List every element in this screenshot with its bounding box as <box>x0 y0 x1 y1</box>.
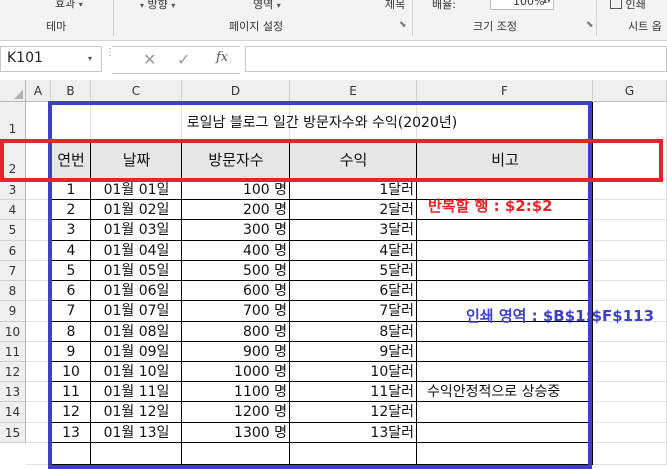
row-header-11[interactable]: 11 <box>0 342 26 362</box>
scale-label: 배율: <box>432 0 456 11</box>
scale-group-label: 크기 조정 <box>473 20 517 33</box>
scale-spinner[interactable]: 100% ▴▾ <box>490 0 554 10</box>
worksheet-grid[interactable]: ABCDEFG 1 2 3 4 5 6 7 8 9 10 11 12 13 14 15 로일남 블로그 일간… <box>0 80 667 469</box>
row-header-15[interactable]: 15 <box>0 423 26 443</box>
repeat-rows-annotation: 반복할 행 : $2:$2 <box>428 197 553 215</box>
formula-bar: K101 ▾ ⋮ ✕ ✓ fx <box>0 43 667 76</box>
spinner-icon[interactable]: ▴▾ <box>543 0 551 5</box>
enter-check-icon[interactable]: ✓ <box>177 50 190 69</box>
print-area-annotation: 인쇄 영역 : $B$1:$F$113 <box>466 307 655 325</box>
print-area-button[interactable]: 영역 ▾ <box>253 0 281 12</box>
select-all-triangle-icon <box>14 90 23 99</box>
orientation-label: 방향 <box>147 0 168 11</box>
name-box[interactable]: K101 <box>0 46 102 72</box>
orientation-button[interactable]: ▾ 방향 ▾ <box>140 0 175 12</box>
print-titles-button[interactable]: 제목 <box>385 0 405 12</box>
sheet-options-group-label: 시트 옵 <box>628 20 662 33</box>
dialog-launcher-icon[interactable]: ⬊ <box>399 20 407 30</box>
column-header-b[interactable]: B <box>51 80 91 102</box>
chevron-down-icon: ▾ <box>276 1 281 10</box>
scale-value: 100% <box>513 0 545 8</box>
column-header-f[interactable]: F <box>417 80 593 102</box>
theme-group-label: 테마 <box>46 20 67 33</box>
cell-border <box>592 140 593 465</box>
checkbox-icon[interactable] <box>610 0 622 9</box>
print-checkbox-label: 인쇄 <box>625 0 646 11</box>
row-header-10[interactable]: 10 <box>0 322 26 342</box>
name-box-dropdown-icon[interactable]: ▾ <box>88 54 92 63</box>
row-header-14[interactable]: 14 <box>0 402 26 423</box>
row-header-12[interactable]: 12 <box>0 362 26 382</box>
insert-function-icon[interactable]: fx <box>216 50 228 65</box>
name-box-value: K101 <box>7 50 43 66</box>
ribbon-separator <box>412 0 413 36</box>
formula-buttons: ✕ ✓ fx <box>112 46 240 74</box>
row-header-3[interactable]: 3 <box>0 180 26 200</box>
print-checkbox[interactable]: 인쇄 <box>610 0 646 12</box>
row-header-7[interactable]: 7 <box>0 261 26 281</box>
chevron-down-icon: ▾ <box>140 1 145 10</box>
theme-effects-button[interactable]: 효과 ▾ <box>55 0 83 11</box>
row-header-5[interactable]: 5 <box>0 220 26 241</box>
ribbon: 효과 ▾ 테마 ▾ 방향 ▾ 영역 ▾ 제목 페이지 설정 ⬊ 배율: 100%… <box>0 0 667 41</box>
ribbon-separator <box>113 0 114 36</box>
formula-input[interactable] <box>245 46 667 72</box>
cell-border <box>592 102 593 140</box>
row-header-13[interactable]: 13 <box>0 382 26 402</box>
row-header-9[interactable]: 9 <box>0 301 26 322</box>
ribbon-separator <box>596 0 597 36</box>
column-header-g[interactable]: G <box>593 80 667 102</box>
page-setup-group-label: 페이지 설정 <box>229 20 284 33</box>
print-area-label: 영역 <box>253 0 274 11</box>
cancel-icon[interactable]: ✕ <box>143 50 156 69</box>
column-header-e[interactable]: E <box>290 80 417 102</box>
chevron-down-icon: ▾ <box>78 0 83 9</box>
row-header-1[interactable]: 1 <box>0 102 26 140</box>
row-header-8[interactable]: 8 <box>0 281 26 301</box>
dialog-launcher-icon[interactable]: ⬊ <box>586 20 594 30</box>
column-header-a[interactable]: A <box>26 80 51 102</box>
column-header-d[interactable]: D <box>182 80 290 102</box>
row-header-6[interactable]: 6 <box>0 241 26 261</box>
row-header-4[interactable]: 4 <box>0 200 26 220</box>
theme-effects-label: 효과 <box>55 0 76 10</box>
repeat-rows-box <box>0 139 663 182</box>
select-all-corner[interactable] <box>0 80 26 102</box>
chevron-down-icon: ▾ <box>171 1 176 10</box>
column-header-c[interactable]: C <box>91 80 182 102</box>
